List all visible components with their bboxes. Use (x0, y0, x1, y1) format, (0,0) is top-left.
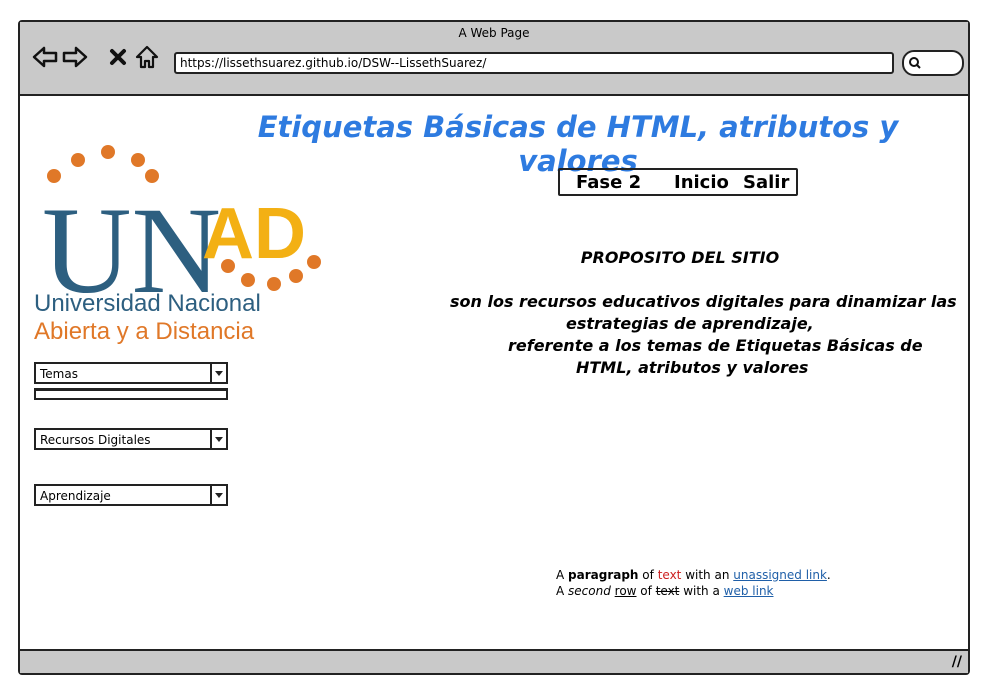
resize-grip-icon[interactable]: // (952, 654, 962, 670)
chevron-down-icon[interactable] (210, 486, 226, 504)
text-of: of (638, 568, 658, 582)
text-with: with a (679, 584, 724, 598)
text-red: text (657, 568, 682, 582)
window-title: A Web Page (458, 26, 530, 40)
text-a: A (556, 568, 569, 582)
forward-arrow-icon[interactable] (62, 44, 88, 70)
back-arrow-icon[interactable] (32, 44, 58, 70)
logo-dots-top (47, 145, 159, 183)
browser-window: A Web Page https://lissethsuarez.github.… (18, 20, 970, 675)
top-menu: Fase 2 Inicio Salir (558, 168, 798, 196)
address-bar[interactable]: https://lissethsuarez.github.io/DSW--Lis… (174, 52, 894, 74)
dropdown-temas[interactable]: Temas (34, 362, 228, 384)
browser-status-bar: // (20, 649, 968, 673)
logo-text-line2: Abierta y a Distancia (34, 318, 255, 345)
paragraph-line-1: A paragraph of text with an unassigned l… (556, 568, 831, 582)
unassigned-link[interactable]: unassigned link (733, 568, 827, 582)
dropdown-aprendizaje-value: Aprendizaje (40, 489, 111, 503)
purpose-line-2: estrategias de aprendizaje, (566, 314, 814, 333)
purpose-title: PROPOSITO DEL SITIO (580, 248, 780, 267)
web-link[interactable]: web link (724, 584, 774, 598)
text-with: with an (681, 568, 734, 582)
purpose-line-4: HTML, atributos y valores (576, 358, 809, 377)
dropdown-temas-list (34, 388, 228, 400)
purpose-line-1: son los recursos educativos digitales pa… (450, 292, 957, 311)
text-bold: paragraph (568, 568, 639, 582)
browser-search-field[interactable] (902, 50, 964, 76)
text-a: A (556, 584, 569, 598)
logo-ad: AD (202, 194, 306, 274)
menu-item-inicio[interactable]: Inicio (674, 172, 729, 193)
dropdown-temas-value: Temas (40, 367, 78, 381)
paragraph-line-2: A second row of text with a web link (556, 584, 774, 598)
dropdown-recursos-digitales[interactable]: Recursos Digitales (34, 428, 228, 450)
text-period: . (826, 568, 831, 582)
search-icon (909, 57, 921, 69)
chevron-down-icon[interactable] (210, 364, 226, 382)
dropdown-aprendizaje[interactable]: Aprendizaje (34, 484, 228, 506)
stop-x-icon[interactable] (108, 44, 128, 70)
purpose-line-3: referente a los temas de Etiquetas Básic… (508, 336, 923, 355)
menu-item-salir[interactable]: Salir (743, 172, 789, 193)
chevron-down-icon[interactable] (210, 430, 226, 448)
logo-text-line1: Universidad Nacional (34, 290, 261, 317)
dropdown-recursos-value: Recursos Digitales (40, 433, 151, 447)
menu-item-fase2[interactable]: Fase 2 (576, 172, 641, 193)
browser-toolbar: A Web Page https://lissethsuarez.github.… (20, 22, 968, 96)
text-underline: row (614, 584, 637, 598)
home-icon[interactable] (134, 44, 160, 70)
text-italic: second (568, 584, 611, 598)
text-of: of (636, 584, 656, 598)
text-strikethrough: text (655, 584, 680, 598)
